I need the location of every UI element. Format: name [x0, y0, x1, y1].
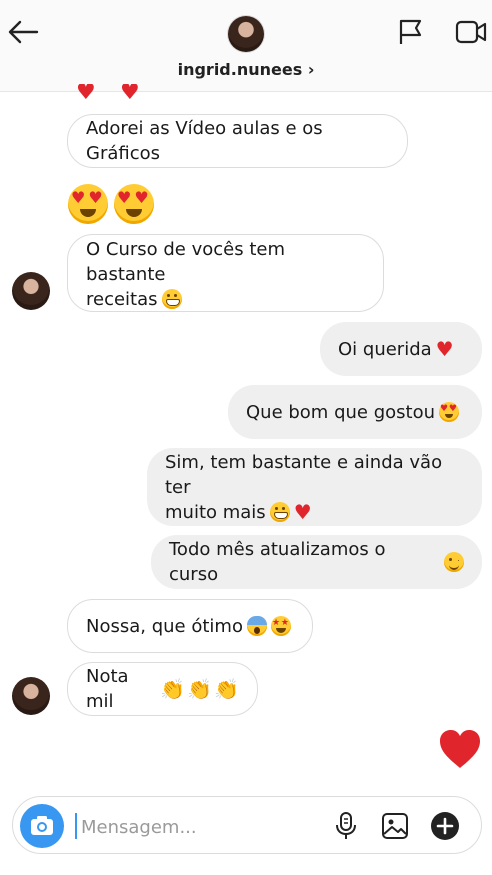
camera-icon[interactable] — [20, 804, 64, 848]
message-outgoing[interactable]: Todo mês atualizamos o curso — [151, 535, 482, 589]
microphone-icon[interactable] — [333, 811, 359, 841]
grin-emoji-icon — [269, 502, 290, 522]
message-text-line: receitas — [86, 288, 158, 310]
avatar[interactable] — [12, 677, 50, 715]
message-incoming[interactable]: Nota mil 👏 👏 👏 — [67, 662, 258, 716]
message-input[interactable] — [79, 811, 313, 843]
heart-eyes-emoji-icon — [114, 184, 154, 224]
previous-hearts: ♥♥♥ — [76, 84, 140, 102]
message-text: Adorei as Vídeo aulas e os Gráficos — [86, 118, 323, 164]
chevron-right-icon: › — [307, 60, 315, 79]
message-text-line: Sim, tem bastante e ainda vão ter — [165, 451, 443, 498]
message-text: Oi querida — [338, 338, 432, 360]
avatar[interactable] — [12, 272, 50, 310]
heart-eyes-emoji-icon — [68, 184, 108, 224]
message-incoming[interactable]: Nossa, que ótimo — [67, 599, 313, 653]
message-outgoing[interactable]: Que bom que gostou — [228, 385, 482, 439]
message-incoming[interactable]: O Curso de vocês tem bastante receitas — [67, 234, 384, 312]
gallery-icon[interactable] — [381, 812, 409, 840]
star-struck-emoji-icon — [270, 616, 291, 636]
clapping-hands-emoji-icon: 👏 — [187, 676, 213, 701]
text-cursor — [75, 813, 77, 839]
clapping-hands-emoji-icon: 👏 — [160, 676, 186, 701]
flag-icon[interactable] — [396, 18, 424, 46]
message-composer — [12, 796, 482, 854]
heart-eyes-emoji-icon — [439, 402, 459, 422]
red-heart-emoji-icon: ♥ — [435, 336, 454, 361]
message-outgoing[interactable]: Oi querida ♥ — [320, 322, 482, 376]
video-call-icon[interactable] — [455, 20, 487, 44]
clapping-hands-emoji-icon: 👏 — [214, 676, 239, 701]
username-text: ingrid.nunees — [177, 60, 303, 79]
message-outgoing[interactable]: Sim, tem bastante e ainda vão ter muito … — [147, 448, 482, 526]
red-heart-emoji-icon: ♥ — [293, 499, 312, 524]
message-text: Nota mil — [86, 666, 129, 712]
big-red-heart-icon[interactable] — [438, 728, 482, 770]
message-text: Que bom que gostou — [246, 401, 435, 423]
message-text-line: O Curso de vocês tem bastante — [86, 238, 286, 285]
scream-emoji-icon — [246, 616, 267, 636]
chat-header: ingrid.nunees › — [0, 0, 492, 92]
avatar[interactable] — [228, 16, 264, 52]
message-emoji-only[interactable] — [68, 184, 168, 226]
plus-icon[interactable] — [430, 811, 460, 841]
username-link[interactable]: ingrid.nunees › — [0, 60, 492, 79]
wink-emoji-icon — [444, 552, 464, 572]
grin-emoji-icon — [161, 289, 182, 309]
message-text: Todo mês atualizamos o curso — [169, 539, 386, 585]
message-text-line: muito mais — [165, 501, 266, 523]
message-incoming[interactable]: Adorei as Vídeo aulas e os Gráficos — [67, 114, 408, 168]
message-text: Nossa, que ótimo — [86, 615, 243, 637]
back-arrow-icon[interactable] — [6, 18, 40, 46]
